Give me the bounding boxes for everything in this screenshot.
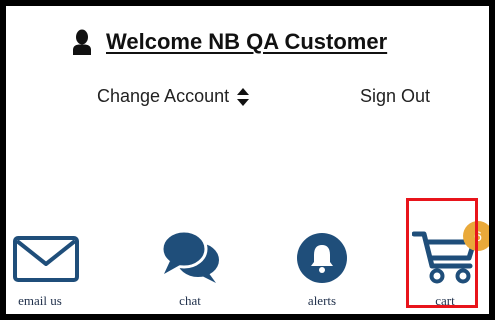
cart-badge: 6 [463,221,489,251]
cart-badge-clip: 6 [0,0,489,320]
